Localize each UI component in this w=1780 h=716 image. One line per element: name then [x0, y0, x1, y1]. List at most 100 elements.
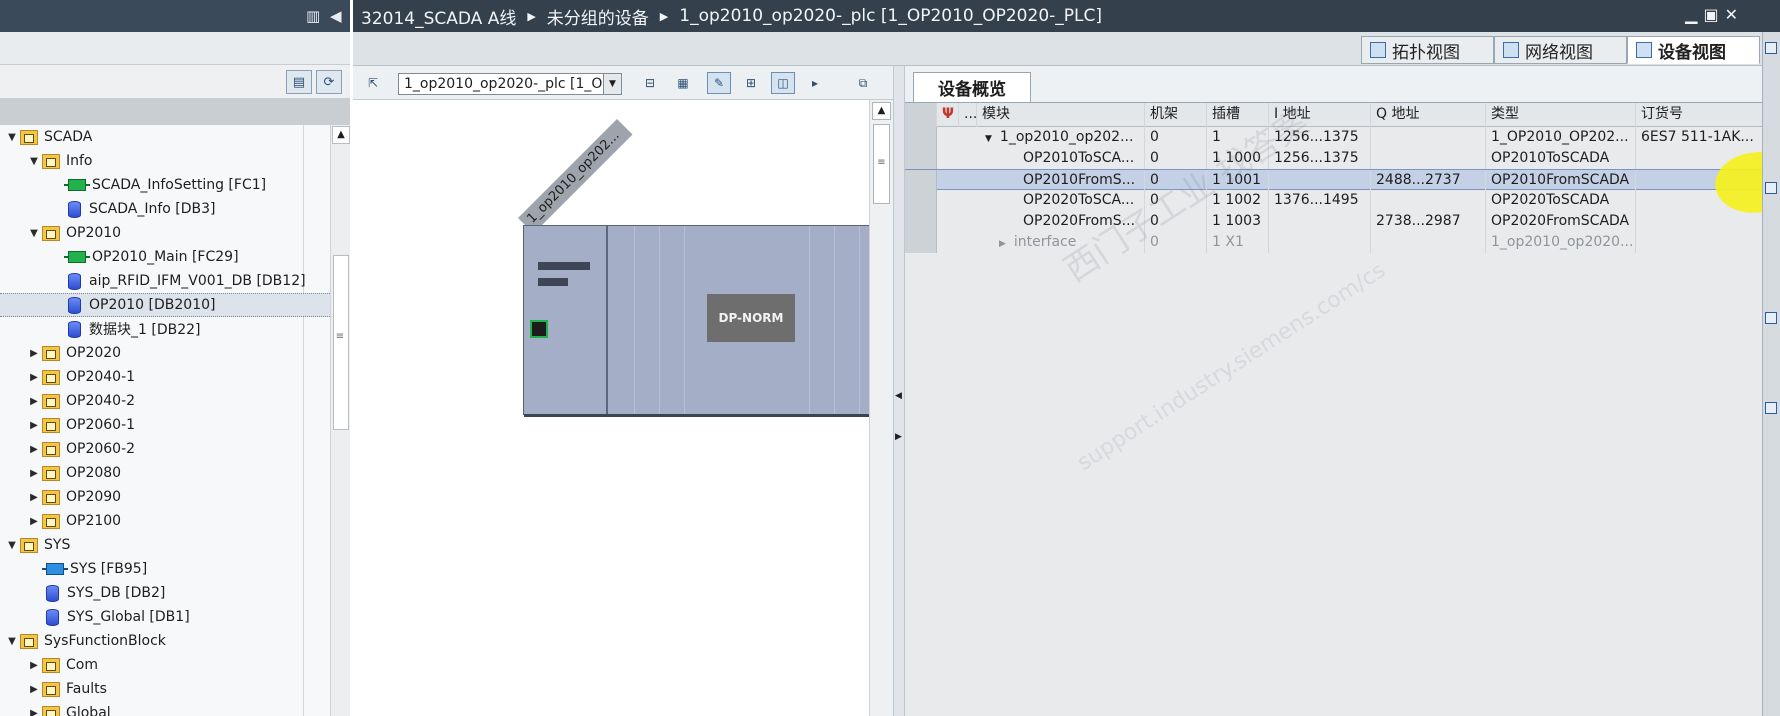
tab-network-view[interactable]: 网络视图 — [1494, 36, 1627, 64]
edit-icon[interactable]: ✎ — [707, 72, 731, 94]
table-cell[interactable]: 0 — [1145, 127, 1207, 148]
row-header[interactable] — [905, 127, 937, 148]
table-cell[interactable]: OP2010ToSCADA — [1486, 148, 1636, 169]
tasks-icon[interactable] — [1765, 312, 1777, 324]
tab-topology-view[interactable]: 拓扑视图 — [1361, 36, 1494, 64]
breadcrumb-device[interactable]: 1_op2010_op2020-_plc [1_OP2010_OP2020-_P… — [679, 6, 1102, 26]
scroll-up-icon[interactable]: ▲ — [332, 126, 350, 144]
online-tools-icon[interactable] — [1765, 182, 1777, 194]
tree-item[interactable]: ▶ OP2020 — [0, 341, 330, 365]
overview-toggle-icon[interactable]: ⧉ — [851, 72, 875, 94]
expand-right-icon[interactable]: ▶ — [26, 468, 42, 479]
ethernet-port-icon[interactable] — [530, 320, 548, 338]
collapse-left-icon[interactable]: ◀ — [895, 391, 902, 401]
grid-icon[interactable]: ⊞ — [739, 72, 763, 94]
panel-splitter[interactable]: ◀ ▶ — [893, 66, 905, 716]
table-cell[interactable]: 2738...2987 — [1371, 211, 1486, 232]
expand-down-icon[interactable]: ▼ — [985, 134, 992, 144]
table-row[interactable]: OP2010ToSCA... 0 1 1000 1256...1375 OP2010To… — [905, 148, 1771, 169]
expand-right-icon[interactable]: ▶ — [999, 239, 1006, 249]
expand-right-icon[interactable]: ▶ — [26, 396, 42, 407]
table-cell[interactable] — [1269, 232, 1371, 253]
chevron-down-icon[interactable]: ▼ — [603, 74, 621, 94]
expand-right-icon[interactable]: ▶ — [26, 444, 42, 455]
table-row[interactable]: ▼ 1_op2010_op202... 0 1 1256...1375 1_OP2010_… — [905, 127, 1771, 148]
table-cell[interactable]: 0 — [1145, 170, 1207, 191]
collapse-left-icon[interactable]: ◀ — [330, 7, 342, 25]
expand-down-icon[interactable]: ▼ — [4, 132, 20, 143]
tree-item[interactable]: OP2010 [DB2010] — [0, 293, 330, 317]
expand-right-icon[interactable]: ▶ — [26, 372, 42, 383]
column-header[interactable]: ... — [959, 103, 977, 127]
device-pointer-icon[interactable]: ⇱ — [361, 72, 385, 94]
expand-right-icon[interactable]: ▶ — [26, 492, 42, 503]
tree-item[interactable]: ▶ Global — [0, 701, 330, 716]
cpu-slot[interactable] — [524, 226, 608, 414]
panel-layout-icon[interactable]: ▥ — [306, 7, 320, 25]
table-cell[interactable]: 1 1001 — [1207, 170, 1269, 191]
tree-item[interactable]: SYS_Global [DB1] — [0, 605, 330, 629]
tree-item[interactable]: ▼ SYS — [0, 533, 330, 557]
expand-down-icon[interactable]: ▼ — [26, 228, 42, 239]
table-cell[interactable]: 6ES7 511-1AK... — [1636, 127, 1771, 148]
table-cell[interactable]: 1_OP2010_OP202... — [1486, 127, 1636, 148]
tree-item[interactable]: ▼ SCADA — [0, 125, 330, 149]
column-header-order-number[interactable]: 订货号 — [1636, 103, 1771, 127]
table-cell[interactable]: OP2010ToSCA... — [977, 148, 1145, 169]
table-row[interactable]: OP2020FromS... 0 1 1003 2738...2987 OP2020Fr… — [905, 211, 1771, 232]
tree-item[interactable]: SCADA_Info [DB3] — [0, 197, 330, 221]
table-cell[interactable]: 0 — [1145, 190, 1207, 211]
table-cell[interactable] — [1371, 190, 1486, 211]
tree-item[interactable]: ▶ OP2090 — [0, 485, 330, 509]
table-cell[interactable] — [1269, 211, 1371, 232]
table-cell[interactable]: 1376...1495 — [1269, 190, 1371, 211]
table-cell[interactable]: 0 — [1145, 232, 1207, 253]
table-row[interactable]: OP2010FromS... 0 1 1001 2488...2737 OP2010Fr… — [905, 169, 1771, 191]
table-cell[interactable]: 1256...1375 — [1269, 127, 1371, 148]
more-arrow-icon[interactable]: ▸ — [803, 72, 827, 94]
canvas-scrollbar[interactable]: ▲ ≡ — [869, 100, 893, 716]
row-header[interactable] — [905, 170, 937, 191]
table-cell[interactable]: 1_op2010_op2020... — [1486, 232, 1636, 253]
table-cell[interactable]: OP2020FromSCADA — [1486, 211, 1636, 232]
device-name-label[interactable]: 1_op2010_op202... — [518, 119, 633, 234]
tree-item[interactable]: ▶ OP2040-1 — [0, 365, 330, 389]
details-view-icon[interactable]: ▤ — [286, 70, 312, 94]
expand-right-icon[interactable]: ▶ — [26, 660, 42, 671]
tree-item[interactable]: ▶ Com — [0, 653, 330, 677]
breadcrumb-project[interactable]: 32014_SCADA A线 — [361, 4, 516, 29]
table-cell[interactable]: OP2020ToSCADA — [1486, 190, 1636, 211]
table-cell[interactable]: 1 1003 — [1207, 211, 1269, 232]
column-header-q-address[interactable]: Q 地址 — [1371, 103, 1486, 127]
table-cell[interactable] — [1636, 211, 1771, 232]
table-cell[interactable]: OP2020ToSCA... — [977, 190, 1145, 211]
expand-right-icon[interactable]: ▶ — [26, 684, 42, 695]
show-names-icon[interactable]: ▦ — [671, 72, 695, 94]
device-selector[interactable]: 1_op2010_op2020-_plc [1_O ▼ — [398, 73, 622, 95]
tab-device-view[interactable]: 设备视图 — [1627, 36, 1760, 64]
expand-right-icon[interactable]: ▶ — [895, 432, 902, 442]
expand-down-icon[interactable]: ▼ — [4, 540, 20, 551]
row-header[interactable] — [905, 232, 937, 253]
column-header-module[interactable]: 模块 — [977, 103, 1145, 127]
hardware-catalog-icon[interactable] — [1765, 42, 1777, 54]
row-header[interactable] — [905, 190, 937, 211]
table-cell[interactable] — [1636, 232, 1771, 253]
scroll-thumb[interactable] — [333, 255, 349, 430]
tree-item[interactable]: ▶ OP2040-2 — [0, 389, 330, 413]
table-cell[interactable]: 1 — [1207, 127, 1269, 148]
column-header-i-address[interactable]: I 地址 — [1269, 103, 1371, 127]
tree-item[interactable]: ▶ OP2060-2 — [0, 437, 330, 461]
device-canvas[interactable]: 1_op2010_op202... DP-NORM — [353, 100, 870, 716]
row-header[interactable] — [905, 211, 937, 232]
expand-down-icon[interactable]: ▼ — [26, 156, 42, 167]
table-cell[interactable]: 0 — [1145, 148, 1207, 169]
tree-item[interactable]: SYS [FB95] — [0, 557, 330, 581]
scroll-thumb[interactable]: ≡ — [873, 124, 890, 204]
dp-norm-module[interactable]: DP-NORM — [707, 294, 795, 342]
column-header-type[interactable]: 类型 — [1486, 103, 1636, 127]
tree-item[interactable]: ▼ SysFunctionBlock — [0, 629, 330, 653]
table-cell[interactable]: ▼ 1_op2010_op202... — [977, 127, 1145, 148]
expand-right-icon[interactable]: ▶ — [26, 348, 42, 359]
table-cell[interactable] — [1269, 170, 1371, 191]
